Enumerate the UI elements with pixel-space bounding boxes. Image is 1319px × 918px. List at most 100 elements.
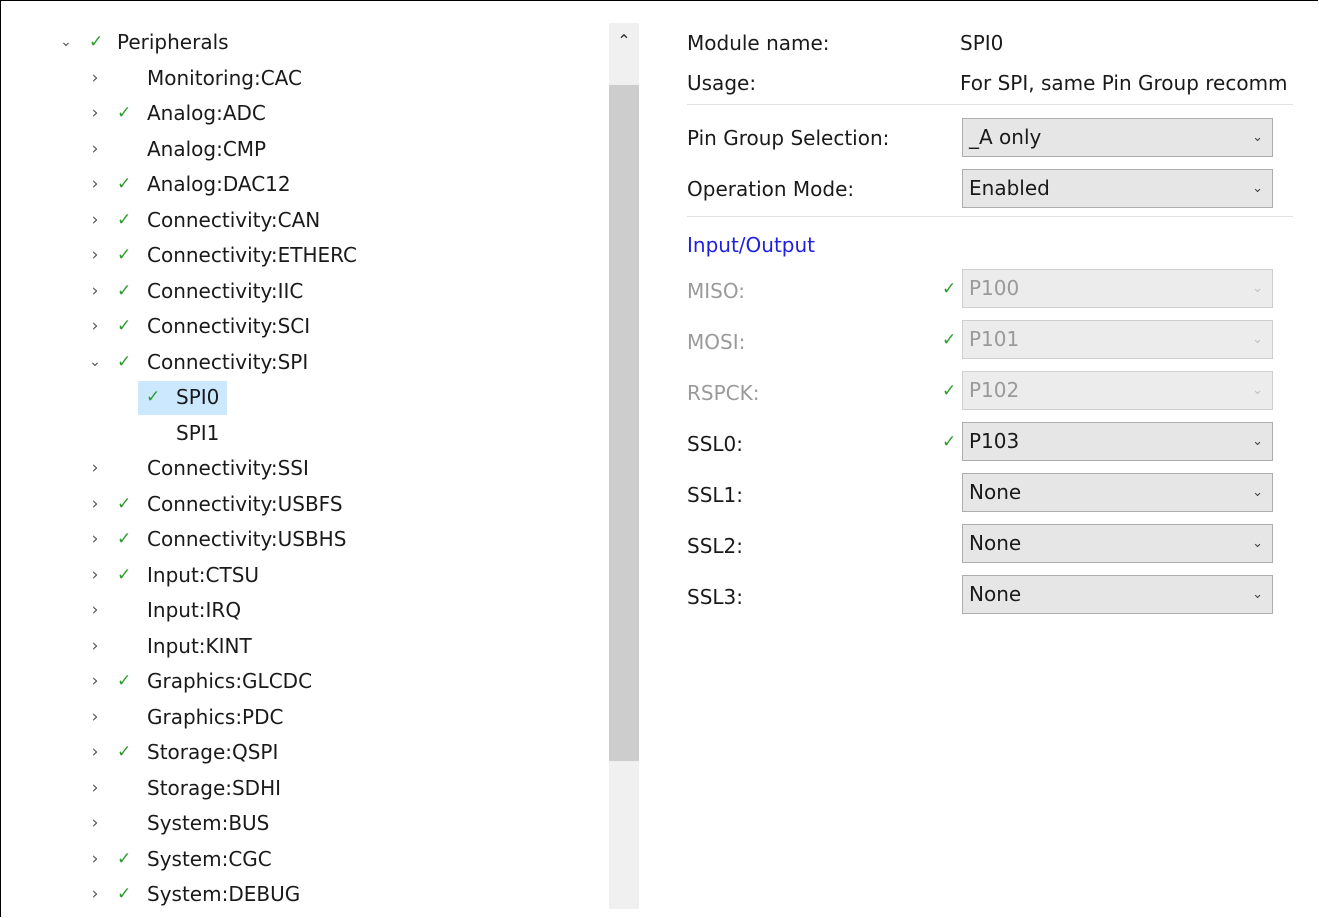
miso-pin-dropdown[interactable]: P100 ⌄ [962,269,1273,308]
tree-item-connectivity-spi[interactable]: ⌄ ✓ Connectivity:SPI [1,345,601,381]
chevron-right-icon[interactable]: › [87,664,103,700]
tree-item-label: Peripherals [117,30,229,54]
ssl1-pin-dropdown[interactable]: None ⌄ [962,473,1273,512]
check-icon: ✓ [117,742,132,762]
tree-item-label: SPI0 [176,385,220,409]
check-icon: ✓ [117,245,132,265]
chevron-right-icon[interactable]: › [87,167,103,203]
tree-item-connectivity-iic[interactable]: › ✓ Connectivity:IIC [1,274,601,310]
chevron-down-icon: ⌄ [1252,434,1263,449]
tree-item-label: Analog:ADC [147,101,266,125]
tree-item-storage-sdhi[interactable]: › Storage:SDHI [1,771,601,807]
tree-item-label: Connectivity:CAN [147,207,321,232]
tree-item-label: Analog:CMP [147,136,267,161]
tree-item-analog-dac12[interactable]: › ✓ Analog:DAC12 [1,167,601,203]
chevron-right-icon[interactable]: › [87,771,103,807]
chevron-down-icon: ⌄ [1252,536,1263,551]
peripheral-config-window: ⌄ ✓ Peripherals › Monitoring:CAC › ✓ Ana… [0,0,1318,917]
chevron-down-icon[interactable]: ⌄ [87,345,103,381]
tree-item-label: Storage:QSPI [147,740,279,764]
chevron-right-icon[interactable]: › [87,629,103,665]
usage-value: For SPI, same Pin Group recomm [960,71,1288,95]
chevron-right-icon[interactable]: › [87,238,103,274]
chevron-right-icon[interactable]: › [87,593,103,629]
tree-item-spi1[interactable]: SPI1 [1,416,601,452]
tree-item-connectivity-usbfs[interactable]: › ✓ Connectivity:USBFS [1,487,601,523]
chevron-right-icon[interactable]: › [87,877,103,913]
tree-item-spi0[interactable]: ✓ SPI0 [1,380,601,416]
tree-item-graphics-glcdc[interactable]: › ✓ Graphics:GLCDC [1,664,601,700]
rspck-pin-dropdown[interactable]: P102 ⌄ [962,371,1273,410]
chevron-down-icon: ⌄ [1252,485,1263,500]
tree-item-connectivity-ssi[interactable]: › Connectivity:SSI [1,451,601,487]
chevron-right-icon[interactable]: › [87,61,103,97]
input-output-section-header: Input/Output [687,233,815,257]
chevron-right-icon[interactable]: › [87,700,103,736]
chevron-right-icon[interactable]: › [87,203,103,239]
pin-group-selection-dropdown[interactable]: _A only ⌄ [962,118,1273,157]
chevron-right-icon[interactable]: › [87,522,103,558]
check-icon: ✓ [117,848,132,869]
scrollbar-thumb[interactable] [609,85,639,761]
operation-mode-label: Operation Mode: [687,177,855,201]
check-icon: ✓ [117,351,132,372]
tree-item-connectivity-etherc[interactable]: › ✓ Connectivity:ETHERC [1,238,601,274]
mosi-pin-dropdown[interactable]: P101 ⌄ [962,320,1273,359]
chevron-down-icon: ⌄ [1252,181,1263,196]
pin-group-selection-label: Pin Group Selection: [687,126,890,150]
chevron-right-icon[interactable]: › [87,842,103,878]
chevron-right-icon[interactable]: › [87,487,103,523]
check-icon: ✓ [942,381,957,401]
chevron-right-icon[interactable]: › [87,806,103,842]
divider [687,216,1293,217]
tree-item-system-bus[interactable]: › System:BUS [1,806,601,842]
tree-item-analog-cmp[interactable]: › Analog:CMP [1,132,601,168]
tree-item-analog-adc[interactable]: › ✓ Analog:ADC [1,96,601,132]
check-icon: ✓ [942,279,957,299]
tree-item-input-ctsu[interactable]: › ✓ Input:CTSU [1,558,601,594]
tree-item-label: Storage:SDHI [147,775,282,800]
dropdown-value: _A only [969,125,1042,149]
tree-item-monitoring-cac[interactable]: › Monitoring:CAC [1,61,601,97]
chevron-right-icon[interactable]: › [87,96,103,132]
tree-item-label: Monitoring:CAC [147,65,302,90]
tree-item-connectivity-can[interactable]: › ✓ Connectivity:CAN [1,203,601,239]
ssl0-pin-dropdown[interactable]: P103 ⌄ [962,422,1273,461]
chevron-right-icon[interactable]: › [87,558,103,594]
chevron-right-icon[interactable]: › [87,132,103,168]
chevron-right-icon[interactable]: › [87,451,103,487]
ssl1-label: SSL1: [687,483,743,507]
divider [687,104,1293,105]
tree-item-input-irq[interactable]: › Input:IRQ [1,593,601,629]
ssl2-pin-dropdown[interactable]: None ⌄ [962,524,1273,563]
dropdown-value: None [969,582,1022,606]
check-icon: ✓ [117,103,132,123]
dropdown-value: None [969,480,1022,504]
operation-mode-dropdown[interactable]: Enabled ⌄ [962,169,1273,208]
ssl3-pin-dropdown[interactable]: None ⌄ [962,575,1273,614]
tree-item-system-cgc[interactable]: › ✓ System:CGC [1,842,601,878]
chevron-down-icon[interactable]: ⌄ [58,25,74,61]
tree-item-label: Connectivity:USBHS [147,527,347,551]
tree-item-connectivity-sci[interactable]: › ✓ Connectivity:SCI [1,309,601,345]
tree-item-label: Connectivity:SPI [147,349,309,374]
tree-item-system-debug[interactable]: › ✓ System:DEBUG [1,877,601,913]
tree-item-connectivity-usbhs[interactable]: › ✓ Connectivity:USBHS [1,522,601,558]
chevron-right-icon[interactable]: › [87,309,103,345]
chevron-down-icon: ⌄ [1252,332,1263,347]
usage-label: Usage: [687,71,757,95]
tree-item-peripherals[interactable]: ⌄ ✓ Peripherals [1,25,601,61]
tree-scrollbar[interactable]: ⌃ [609,23,639,909]
check-icon: ✓ [117,564,132,585]
chevron-right-icon[interactable]: › [87,735,103,771]
tree-item-input-kint[interactable]: › Input:KINT [1,629,601,665]
rspck-label: RSPCK: [687,381,760,405]
tree-item-graphics-pdc[interactable]: › Graphics:PDC [1,700,601,736]
dropdown-value: P101 [969,327,1020,351]
mosi-label: MOSI: [687,330,746,354]
tree-item-storage-qspi[interactable]: › ✓ Storage:QSPI [1,735,601,771]
scroll-up-icon[interactable]: ⌃ [609,23,639,59]
peripheral-tree: ⌄ ✓ Peripherals › Monitoring:CAC › ✓ Ana… [1,25,601,913]
chevron-right-icon[interactable]: › [87,274,103,310]
tree-item-label: Connectivity:ETHERC [147,243,357,267]
